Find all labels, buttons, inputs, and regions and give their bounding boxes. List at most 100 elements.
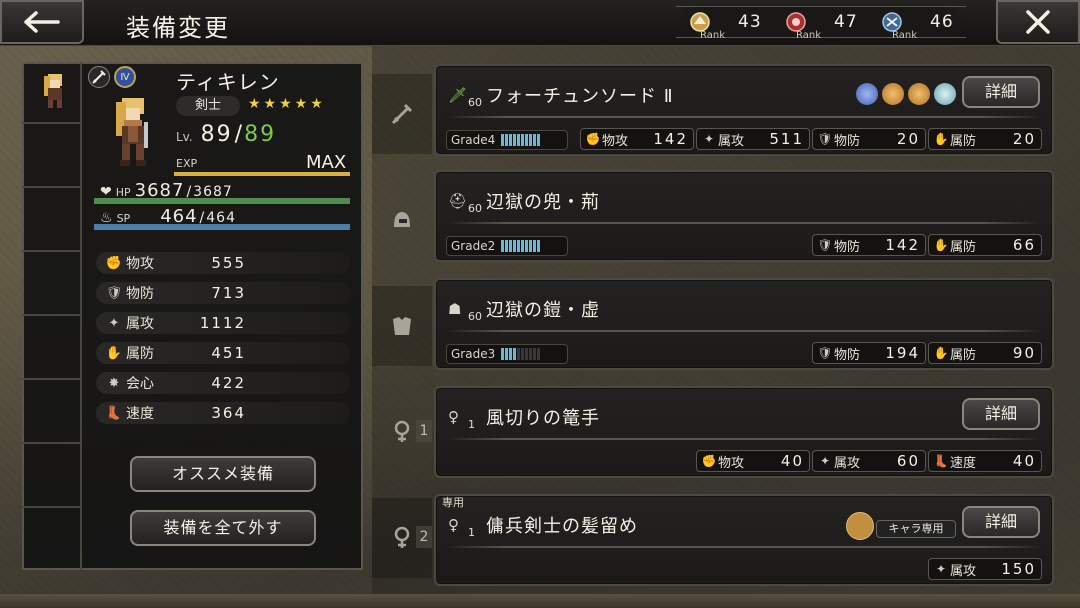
orb-slot-icon — [908, 83, 930, 105]
grade-tick — [501, 240, 504, 252]
grade-tick — [517, 240, 520, 252]
grade-tick — [513, 240, 516, 252]
physical-defense-icon: 🛡 — [817, 346, 833, 360]
physical-attack-icon: ✊ — [701, 454, 717, 468]
stat-name: 属防 — [126, 346, 154, 362]
physical-defense-icon: 🛡 — [817, 238, 833, 252]
party-slot-column — [22, 62, 82, 570]
equip-card-armor[interactable]: ☗ 60 辺獄の鎧・虚 Grade3 🛡 物防 194 ✋ 属防 90 — [434, 278, 1054, 370]
equip-card-helmet[interactable]: ⛑ 60 辺獄の兜・荊 Grade2 🛡 物防 142 ✋ 属防 66 — [434, 170, 1054, 262]
equip-stat: 👢 速度 40 — [928, 450, 1042, 472]
elemental-defense-icon: ✋ — [105, 345, 123, 361]
character-exclusive-badge: キャラ専用 — [846, 512, 956, 540]
grade-tick — [513, 134, 516, 146]
level-label: Lv. — [176, 130, 193, 144]
stat-value: 20 — [1012, 130, 1036, 148]
equip-level: 60 — [468, 96, 482, 109]
helmet-icon: ⛑ — [448, 192, 468, 210]
grade-tick — [525, 348, 528, 360]
grade-label: Grade4 — [451, 133, 496, 147]
grade-tick — [509, 240, 512, 252]
armor-slot-icon — [393, 317, 411, 335]
level-separator: / — [234, 122, 243, 147]
rank-label: Rank — [796, 30, 821, 41]
stat-row-crit: ✸ 会心 422 — [96, 372, 350, 394]
stat-value: 1112 — [199, 314, 246, 332]
accessory-slot-number: 2 — [416, 526, 432, 548]
stat-row-edef: ✋ 属防 451 — [96, 342, 350, 364]
rank-display: Rank 43 Rank 47 Rank 46 — [676, 6, 966, 41]
grade-label: Grade2 — [451, 239, 496, 253]
stat-value: 150 — [1001, 560, 1036, 578]
grade-tick — [517, 134, 520, 146]
header-bar: 装備変更 Rank 43 Rank 47 Rank 46 — [0, 0, 1080, 46]
equip-level: 60 — [468, 202, 482, 215]
grade-tick — [509, 134, 512, 146]
slot-divider — [22, 122, 80, 124]
equip-card-accessory-2[interactable]: 専用 ♀ 1 傭兵剣士の髪留め キャラ専用 詳細 ✦ 属攻 150 — [434, 494, 1054, 586]
character-thumbnail-icon[interactable] — [38, 72, 72, 110]
character-name: ティキレン — [176, 70, 280, 94]
rank-value: 43 — [738, 12, 762, 32]
equip-stat: ✊ 物攻 40 — [696, 450, 810, 472]
slot-divider — [22, 250, 80, 252]
grade-tick — [529, 348, 532, 360]
detail-button[interactable]: 詳細 — [962, 76, 1040, 108]
rank-label: Rank — [700, 30, 725, 41]
stat-name: 物防 — [834, 133, 861, 149]
stat-name: 物防 — [126, 286, 154, 302]
detail-button[interactable]: 詳細 — [962, 506, 1040, 538]
stat-value: 90 — [1012, 344, 1036, 362]
elemental-attack-icon: ✦ — [703, 132, 715, 146]
recommend-equip-button[interactable]: オススメ装備 — [130, 456, 316, 492]
stat-name: 物防 — [834, 239, 861, 255]
orb-slot-icon — [882, 83, 904, 105]
equip-level: 60 — [468, 310, 482, 323]
remove-all-equip-button[interactable]: 装備を全て外す — [130, 510, 316, 546]
grade-tick — [533, 348, 536, 360]
elemental-attack-icon: ✦ — [819, 454, 831, 468]
stat-value: 20 — [896, 130, 920, 148]
sword-slot-icon — [391, 103, 413, 125]
grade-bar — [501, 348, 540, 360]
armor-icon: ☗ — [448, 300, 462, 318]
equip-card-accessory-1[interactable]: ♀ 1 風切りの篭手 詳細 ✊ 物攻 40 ✦ 属攻 60 👢 速度 40 — [434, 386, 1054, 478]
grade-indicator: Grade3 — [446, 344, 568, 364]
equip-card-weapon[interactable]: 🗡 60 フォーチュンソード Ⅱ 詳細 Grade4 ✊ 物攻 142 ✦ 属攻… — [434, 64, 1054, 156]
stat-value: 555 — [211, 254, 246, 272]
equip-stat: ✦ 属攻 150 — [928, 558, 1042, 580]
sword-weapon-icon — [88, 66, 110, 88]
stat-row-pdef: 🛡 物防 713 — [96, 282, 350, 304]
orb-slot-icon — [856, 83, 878, 105]
stat-value: 60 — [896, 452, 920, 470]
equip-stat: ✋ 属防 20 — [928, 128, 1042, 150]
level-max: 89 — [244, 122, 277, 147]
back-button[interactable] — [0, 0, 84, 44]
rank-blue: Rank 46 — [880, 10, 964, 41]
grade-tick — [505, 348, 508, 360]
grade-tick — [525, 134, 528, 146]
rank-value: 46 — [930, 12, 954, 32]
stat-value: 364 — [211, 404, 246, 422]
elemental-defense-icon: ✋ — [933, 132, 949, 146]
equip-stat: ✦ 属攻 511 — [696, 128, 810, 150]
stat-value: 451 — [211, 344, 246, 362]
elemental-attack-icon: ✦ — [935, 562, 947, 576]
grade-indicator: Grade2 — [446, 236, 568, 256]
stat-name: 物攻 — [126, 256, 154, 272]
stat-name: 会心 — [126, 376, 154, 392]
exp-label: EXP — [176, 157, 198, 170]
stat-name: 属攻 — [126, 316, 154, 332]
equip-level: 1 — [468, 526, 475, 539]
rank-label: Rank — [892, 30, 917, 41]
exp-value: MAX — [306, 152, 347, 173]
equip-name: 辺獄の兜・荊 — [486, 192, 600, 213]
detail-button[interactable]: 詳細 — [962, 398, 1040, 430]
grade-tick — [537, 348, 540, 360]
weapon-slot-icon-cell — [372, 74, 432, 154]
helmet-slot-icon-cell — [372, 180, 432, 260]
close-button[interactable] — [996, 0, 1080, 44]
sp-bar — [94, 224, 350, 230]
grade-tick — [505, 240, 508, 252]
sword-icon: 🗡 — [448, 86, 468, 104]
